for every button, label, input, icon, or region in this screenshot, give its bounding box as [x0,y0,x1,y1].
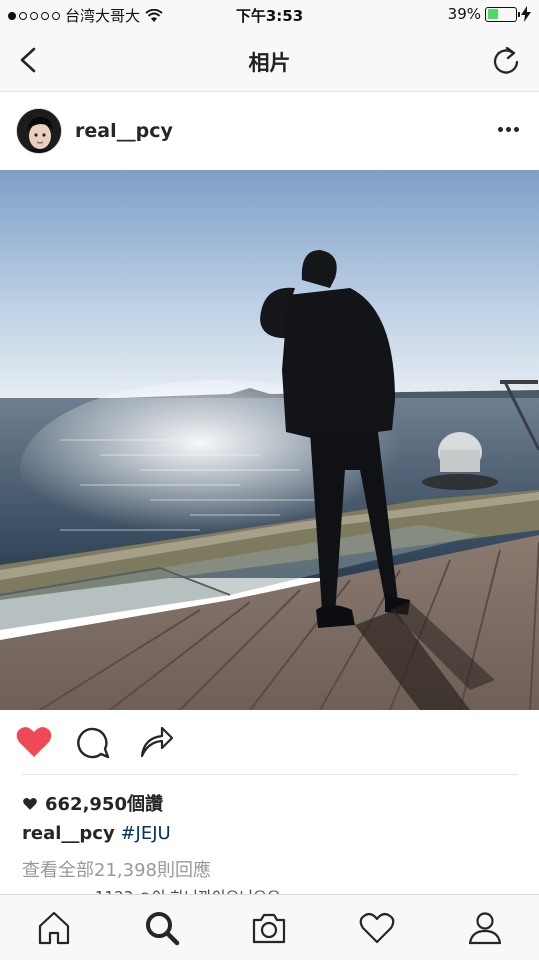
page-title: 相片 [248,51,291,75]
like-heart-icon[interactable] [14,722,54,762]
search-icon[interactable] [143,909,181,947]
likes-text: 662,950個讚 [45,794,163,815]
refresh-icon[interactable] [491,44,521,76]
view-all-comments-link[interactable]: 查看全部21,398則回應 [22,856,211,882]
status-right: 39% [448,5,531,23]
likes-heart-icon [23,797,37,810]
home-icon[interactable] [35,909,73,947]
avatar[interactable] [16,108,62,154]
profile-icon[interactable] [466,909,504,947]
battery-percent: 39% [447,5,481,23]
post-photo[interactable] [0,170,539,710]
likes-count[interactable]: 662,950個讚 [22,790,163,816]
post-header: real__pcy [0,92,539,170]
nav-bar: 相片 [0,30,539,92]
share-arrow-icon[interactable] [136,722,176,762]
activity-heart-icon[interactable] [358,909,396,947]
battery-fill [487,9,499,19]
avatar-portrait [17,109,61,153]
caption: real__pcy #JEJU [22,823,171,844]
caption-hashtag[interactable]: #JEJU [120,823,170,844]
status-bar: 台湾大哥大 下午3:53 39% [0,0,539,30]
battery-icon [485,6,520,22]
charging-bolt-icon [521,6,531,22]
tab-bar [0,894,539,960]
caption-username[interactable]: real__pcy [22,823,115,844]
photo-image [0,170,539,710]
camera-icon[interactable] [250,909,288,947]
post-actions [0,722,539,766]
divider [22,774,518,775]
more-dots-icon[interactable] [498,127,519,132]
post-username[interactable]: real__pcy [75,120,173,142]
comment-icon[interactable] [74,722,114,762]
